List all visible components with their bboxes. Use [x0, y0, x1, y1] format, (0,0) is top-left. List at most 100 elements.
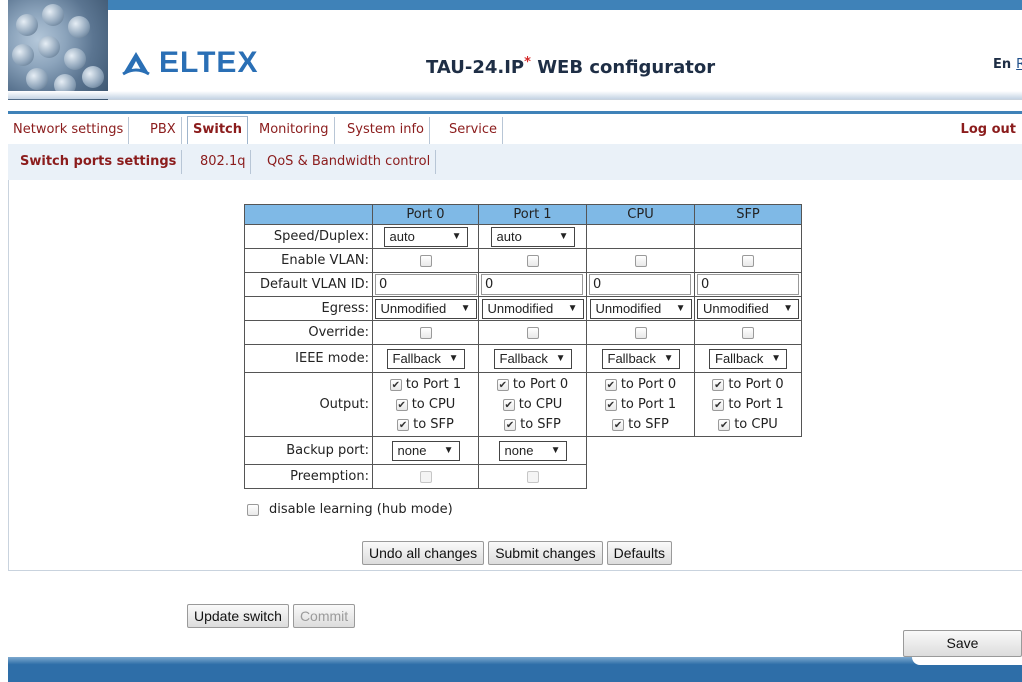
- hub-mode-checkbox[interactable]: [247, 503, 259, 516]
- chevron-down-icon: ▼: [550, 445, 561, 456]
- eltex-logo: ELTEX: [121, 46, 258, 80]
- enable-vlan-checkbox-port1[interactable]: [526, 254, 539, 267]
- row-label-default-vlan-id: Default VLAN ID:: [244, 272, 373, 297]
- header-empty: [244, 204, 373, 225]
- output-checkbox[interactable]: [389, 378, 402, 391]
- menu-pbx[interactable]: PBX: [145, 117, 182, 144]
- preemption-checkbox-port0[interactable]: [419, 470, 432, 483]
- tab-qos-bandwidth[interactable]: QoS & Bandwidth control: [262, 150, 437, 174]
- row-label-ieee-mode: IEEE mode:: [244, 344, 373, 373]
- speed-select-port1[interactable]: auto ▼: [490, 226, 575, 247]
- chevron-down-icon: ▼: [448, 353, 459, 364]
- vlan-id-input-sfp[interactable]: 0: [697, 274, 799, 295]
- switch-actions: Update switch Commit: [187, 604, 356, 628]
- submit-changes-button[interactable]: Submit changes: [488, 541, 603, 565]
- enable-vlan-checkbox-port0[interactable]: [419, 254, 432, 267]
- override-checkbox-cpu[interactable]: [634, 326, 647, 339]
- vlan-id-input-cpu[interactable]: 0: [589, 274, 691, 295]
- backup-select-port0[interactable]: none ▼: [391, 440, 460, 461]
- menu-switch[interactable]: Switch: [187, 116, 249, 145]
- enable-vlan-checkbox-sfp[interactable]: [742, 254, 754, 267]
- override-checkbox-port1[interactable]: [526, 326, 539, 339]
- row-label-enable-vlan: Enable VLAN:: [244, 248, 373, 273]
- output-cell-cpu: to Port 0 to Port 1 to SFP: [586, 372, 695, 437]
- ports-table: Port 0 Port 1 CPU SFP Speed/Duplex: auto…: [244, 204, 802, 489]
- preemption-checkbox-port1[interactable]: [526, 470, 539, 483]
- ieee-select-port0[interactable]: Fallback ▼: [386, 348, 465, 369]
- chevron-down-icon: ▼: [783, 303, 793, 314]
- output-cell-port1: to Port 0 to CPU to SFP: [478, 372, 587, 437]
- override-checkbox-port0[interactable]: [419, 326, 432, 339]
- row-label-preemption: Preemption:: [244, 464, 373, 489]
- logo-text: ELTEX: [159, 46, 259, 79]
- tab-switch-ports-settings[interactable]: Switch ports settings: [15, 150, 183, 174]
- output-cell-port0: to Port 1 to CPU to SFP: [372, 372, 479, 437]
- chevron-down-icon: ▼: [443, 445, 454, 456]
- ieee-select-cpu[interactable]: Fallback ▼: [601, 348, 680, 369]
- lang-ru-link[interactable]: Ru: [1016, 57, 1022, 72]
- ieee-select-port1[interactable]: Fallback ▼: [493, 348, 572, 369]
- footer-bar: [8, 657, 1022, 682]
- chevron-down-icon: ▼: [558, 231, 569, 242]
- app-title: TAU-24.IP* WEB configurator: [426, 55, 716, 78]
- hub-mode-option: disable learning (hub mode): [247, 502, 453, 517]
- footer-decoration: [912, 657, 1022, 665]
- row-label-egress: Egress:: [244, 296, 373, 321]
- undo-all-changes-button[interactable]: Undo all changes: [362, 541, 485, 565]
- hub-mode-label: disable learning (hub mode): [269, 502, 453, 517]
- egress-select-sfp[interactable]: Unmodified ▼: [697, 298, 799, 319]
- egress-select-port1[interactable]: Unmodified ▼: [481, 298, 584, 319]
- save-button[interactable]: Save: [903, 630, 1022, 657]
- lang-en: En: [993, 57, 1012, 72]
- backup-select-port1[interactable]: none ▼: [498, 440, 567, 461]
- output-cell-sfp: to Port 0 to Port 1 to CPU: [694, 372, 802, 437]
- row-label-backup-port: Backup port:: [244, 436, 373, 465]
- col-port-1: Port 1: [478, 204, 587, 225]
- row-label-speed: Speed/Duplex:: [244, 224, 373, 249]
- output-checkbox[interactable]: [604, 398, 617, 411]
- row-label-override: Override:: [244, 320, 373, 345]
- override-checkbox-sfp[interactable]: [742, 326, 754, 339]
- chevron-down-icon: ▼: [567, 303, 578, 314]
- chevron-down-icon: ▼: [675, 303, 686, 314]
- header-divider: [8, 91, 1022, 99]
- chevron-down-icon: ▼: [555, 353, 566, 364]
- logout-link[interactable]: Log out: [961, 117, 1016, 143]
- header-top-bar: [108, 0, 1022, 10]
- sub-menu: Switch ports settings 802.1q QoS & Bandw…: [8, 144, 1022, 180]
- output-checkbox[interactable]: [718, 418, 731, 431]
- vlan-id-input-port0[interactable]: 0: [375, 274, 477, 295]
- ieee-select-sfp[interactable]: Fallback ▼: [709, 348, 787, 369]
- chevron-down-icon: ▼: [460, 303, 471, 314]
- commit-button[interactable]: Commit: [292, 604, 356, 628]
- vlan-id-input-port1[interactable]: 0: [481, 274, 583, 295]
- output-checkbox[interactable]: [712, 398, 725, 411]
- output-checkbox[interactable]: [604, 378, 617, 391]
- header: ELTEX TAU-24.IP* WEB configurator En Ru: [8, 0, 1022, 100]
- speed-select-port0[interactable]: auto ▼: [383, 226, 468, 247]
- menu-system-info[interactable]: System info: [342, 117, 430, 144]
- row-label-output: Output:: [244, 372, 373, 437]
- output-checkbox[interactable]: [397, 418, 410, 431]
- output-checkbox[interactable]: [712, 378, 725, 391]
- content-panel: Port 0 Port 1 CPU SFP Speed/Duplex: auto…: [8, 180, 1022, 571]
- menu-network-settings[interactable]: Network settings: [8, 117, 130, 144]
- table-actions: Undo all changes Submit changes Defaults: [362, 541, 672, 565]
- output-checkbox[interactable]: [502, 398, 515, 411]
- menu-service[interactable]: Service: [444, 117, 504, 144]
- menu-monitoring[interactable]: Monitoring: [254, 117, 335, 144]
- chevron-down-icon: ▼: [451, 231, 462, 242]
- output-checkbox[interactable]: [395, 398, 408, 411]
- header-decoration-image: [8, 0, 108, 100]
- chevron-down-icon: ▼: [663, 353, 674, 364]
- output-checkbox[interactable]: [612, 418, 625, 431]
- tab-802-1q[interactable]: 802.1q: [195, 150, 252, 174]
- egress-select-cpu[interactable]: Unmodified ▼: [589, 298, 692, 319]
- enable-vlan-checkbox-cpu[interactable]: [634, 254, 647, 267]
- egress-select-port0[interactable]: Unmodified ▼: [374, 298, 477, 319]
- language-switch: En Ru: [993, 57, 1022, 72]
- output-checkbox[interactable]: [496, 378, 509, 391]
- output-checkbox[interactable]: [504, 418, 517, 431]
- defaults-button[interactable]: Defaults: [606, 541, 672, 565]
- update-switch-button[interactable]: Update switch: [187, 604, 289, 628]
